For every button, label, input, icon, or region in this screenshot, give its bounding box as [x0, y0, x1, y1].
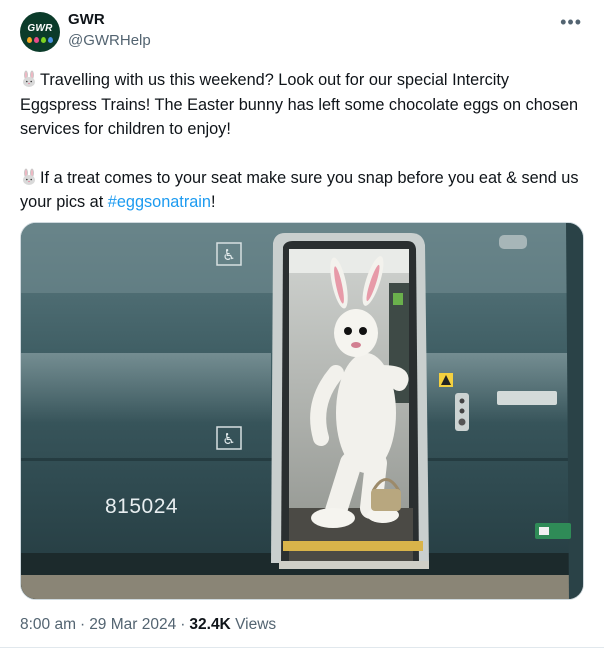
separator-dot: · — [180, 616, 186, 633]
svg-text:♿: ♿ — [222, 430, 235, 448]
hashtag-link[interactable]: #eggsonatrain — [108, 193, 211, 211]
tweet-paragraph-2-end: ! — [210, 193, 216, 211]
views-label: Views — [235, 616, 277, 633]
author-handle[interactable]: @GWRHelp — [68, 32, 151, 49]
train-number-label: 815024 — [105, 495, 179, 518]
post-time[interactable]: 8:00 am — [20, 616, 76, 633]
svg-text:♿: ♿ — [222, 246, 235, 264]
author-name[interactable]: GWR — [68, 11, 105, 28]
rabbit-face-icon — [20, 168, 38, 186]
tweet-meta: 8:00 am · 29 Mar 2024 · 32.4K Views — [20, 616, 276, 634]
more-options-icon[interactable]: ••• — [560, 12, 582, 33]
post-date[interactable]: 29 Mar 2024 — [89, 616, 176, 633]
avatar[interactable]: GWR — [20, 12, 60, 52]
tweet-photo[interactable]: ♿ ♿ 815024 — [20, 222, 584, 600]
tweet-paragraph-2: If a treat comes to your seat make sure … — [20, 166, 590, 215]
tweet-paragraph-1: Travelling with us this weekend? Look ou… — [20, 68, 590, 142]
tweet: GWR GWR @GWRHelp ••• Travelling with us … — [0, 0, 604, 648]
rabbit-face-icon — [20, 70, 38, 88]
views-count: 32.4K — [189, 616, 231, 633]
avatar-eggs-decoration — [27, 37, 53, 44]
separator-dot: · — [80, 616, 86, 633]
train-door-photo: ♿ ♿ — [21, 223, 583, 599]
tweet-paragraph-2-text: If a treat comes to your seat make sure … — [20, 168, 579, 212]
avatar-logo-text: GWR — [27, 23, 53, 34]
tweet-text: Travelling with us this weekend? Look ou… — [20, 68, 590, 215]
tweet-paragraph-1-text: Travelling with us this weekend? Look ou… — [20, 71, 579, 138]
